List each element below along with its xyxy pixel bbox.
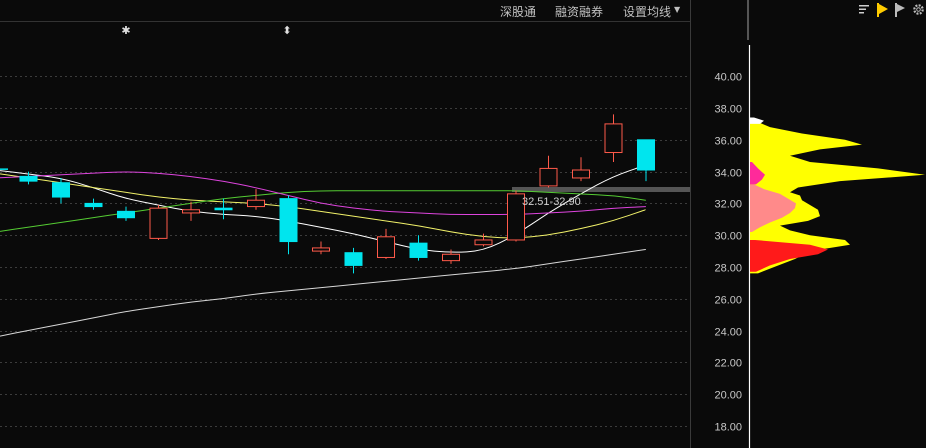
price-tick-label: 36.00: [714, 136, 742, 148]
price-tick-label: 30.00: [714, 231, 742, 243]
profile-top-strip: [747, 0, 749, 40]
candle-body-down: [344, 252, 363, 266]
candle-edge-stub: [0, 168, 8, 170]
candle-body-down: [52, 182, 70, 198]
price-tick-label: 32.00: [714, 199, 742, 211]
candle-body-down: [279, 198, 298, 243]
candle-body-down: [84, 202, 103, 208]
price-tick-label: 18.00: [714, 422, 742, 434]
price-tick-label: 26.00: [714, 295, 742, 307]
candle-body-down: [117, 210, 135, 219]
price-tick-label: 28.00: [714, 263, 742, 275]
candle-body-up: [182, 209, 200, 214]
gear-icon[interactable]: [912, 3, 925, 16]
candle-body-down: [637, 139, 655, 171]
candle-body-up: [377, 236, 395, 258]
price-tick-label: 40.00: [714, 72, 742, 84]
candle-body-down: [409, 242, 428, 258]
shenguto-link[interactable]: 深股通: [500, 3, 536, 20]
caret-down-icon[interactable]: ▼: [674, 5, 680, 14]
candle-body-up: [604, 123, 623, 154]
candle-body-up: [149, 207, 168, 239]
bars-icon[interactable]: [859, 4, 871, 16]
candle-body-up: [474, 239, 493, 246]
margin-trading-link[interactable]: 融资融券: [555, 3, 603, 20]
candle-body-up: [539, 167, 558, 187]
candle-body-up: [312, 247, 330, 252]
current-price-band: [512, 187, 690, 192]
price-tick-label: 38.00: [714, 104, 742, 116]
flag-icon[interactable]: [895, 3, 907, 17]
stock-chart: 40.00 38.00 36.00 34.00 32.00 30.00 28.00 26.00…: [0, 0, 926, 448]
price-tick-label: 24.00: [714, 327, 742, 339]
price-tick-label: 22.00: [714, 358, 742, 370]
price-tick-label: 34.00: [714, 168, 742, 180]
candle-body-up: [247, 199, 265, 208]
candle[interactable]: [149, 204, 168, 240]
range-annotation: 32.51-32.90: [522, 196, 581, 208]
candle-body-down: [214, 207, 233, 211]
ma-settings-button[interactable]: 设置均线: [623, 3, 671, 20]
play-icon[interactable]: [877, 3, 889, 17]
candle-body-down: [19, 175, 38, 182]
star-marker: ✱: [121, 24, 130, 37]
candle-body-up: [572, 169, 590, 179]
split-marker: ⬍: [282, 24, 291, 37]
candle-body-up: [442, 253, 460, 262]
price-tick-label: 20.00: [714, 390, 742, 402]
